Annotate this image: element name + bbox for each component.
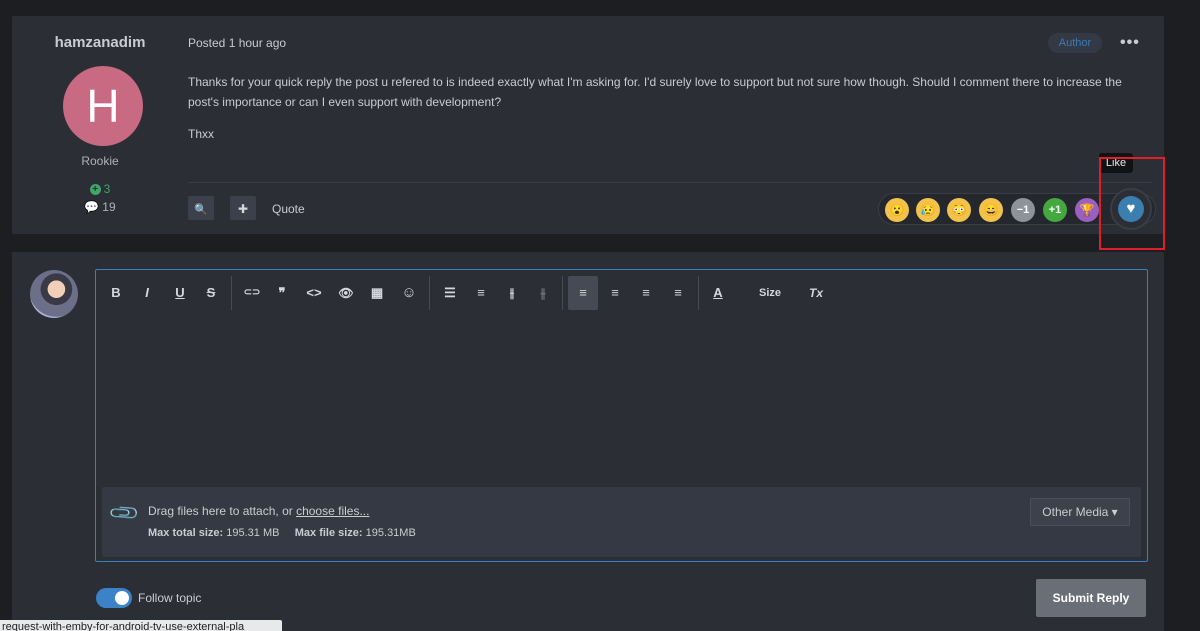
indent-button[interactable]: ⫲	[498, 276, 526, 310]
other-media-dropdown[interactable]: Other Media ▾	[1030, 498, 1130, 526]
reaction-trophy[interactable]: 🏆	[1075, 198, 1099, 222]
attach-limits: Max total size: 195.31 MB Max file size:…	[148, 527, 416, 539]
align-right-button[interactable]: ≡	[632, 276, 660, 310]
paperclip-icon: 📎	[108, 497, 142, 531]
attach-instructions: Drag files here to attach, or choose fil…	[148, 504, 369, 518]
speech-bubble-icon: 💬	[84, 200, 100, 214]
search-button[interactable]: 🔍	[188, 196, 214, 220]
post-paragraph: Thxx	[188, 127, 215, 141]
reputation-value: 3	[103, 182, 111, 196]
heart-icon: ♥	[1118, 196, 1144, 222]
reaction-laugh[interactable]: 😄	[979, 198, 1003, 222]
current-user-avatar[interactable]	[30, 270, 78, 318]
message-count-value: 19	[102, 200, 116, 214]
search-icon: 🔍	[194, 204, 208, 216]
like-button[interactable]: ♥	[1110, 188, 1152, 230]
submit-reply-button[interactable]: Submit Reply	[1036, 579, 1146, 617]
reaction-sad[interactable]: 😥	[916, 198, 940, 222]
max-file-label: Max file size:	[294, 527, 363, 539]
reaction-shocked[interactable]: 😳	[947, 198, 971, 222]
bulleted-list-button[interactable]: ☰	[436, 276, 464, 310]
reputation-icon: +	[89, 183, 101, 195]
quote-button[interactable]: Quote	[272, 202, 305, 216]
plus-icon: ✚	[237, 202, 249, 216]
reputation-count: + 3	[12, 182, 188, 196]
status-bar-url: request-with-emby-for-android-tv-use-ext…	[0, 620, 282, 631]
emoji-button[interactable]: ☺	[395, 276, 423, 310]
numbered-list-button[interactable]: ≡	[467, 276, 495, 310]
align-center-button[interactable]: ≡	[601, 276, 629, 310]
post-card: hamzanadim H Rookie + 3 💬 19 Posted 1 ho…	[12, 16, 1164, 234]
post-timestamp[interactable]: Posted 1 hour ago	[188, 36, 286, 50]
toolbar-separator	[562, 276, 563, 310]
follow-topic-toggle[interactable]	[96, 588, 132, 608]
message-count: 💬 19	[12, 200, 188, 214]
underline-button[interactable]: U	[166, 276, 194, 310]
attach-text: Drag files here to attach, or	[148, 504, 297, 518]
italic-button[interactable]: I	[133, 276, 161, 310]
author-name[interactable]: hamzanadim	[12, 34, 188, 51]
divider	[188, 182, 1152, 183]
reaction-minus-one[interactable]: −1	[1011, 198, 1035, 222]
author-rank: Rookie	[81, 154, 119, 168]
author-badge: Author	[1048, 33, 1102, 53]
choose-files-link[interactable]: choose files...	[296, 504, 369, 518]
reaction-surprised[interactable]: 😮	[885, 198, 909, 222]
align-left-button[interactable]: ≡	[568, 276, 598, 310]
editor-toolbar: B I U S ⊂⊃ ❞ <> 👁 ▦ ☺ ☰ ≡ ⫲ ⫳ ≡ ≡ ≡ ≡ A …	[96, 270, 1147, 314]
font-color-button[interactable]: A	[704, 276, 732, 310]
attachment-area[interactable]: 📎 Drag files here to attach, or choose f…	[102, 487, 1141, 557]
justify-button[interactable]: ≡	[664, 276, 692, 310]
font-size-button[interactable]: Size	[748, 276, 792, 310]
max-file-value: 195.31MB	[365, 527, 416, 539]
author-column: hamzanadim H Rookie + 3 💬 19	[12, 16, 188, 234]
like-tooltip: Like	[1099, 153, 1133, 173]
max-total-value: 195.31 MB	[226, 527, 280, 539]
reply-editor[interactable]: B I U S ⊂⊃ ❞ <> 👁 ▦ ☺ ☰ ≡ ⫲ ⫳ ≡ ≡ ≡ ≡ A …	[95, 269, 1148, 562]
toolbar-separator	[698, 276, 699, 310]
max-total-label: Max total size:	[148, 527, 224, 539]
code-button[interactable]: <>	[300, 276, 328, 310]
follow-topic-label[interactable]: Follow topic	[138, 591, 201, 605]
table-button[interactable]: ▦	[363, 276, 391, 310]
post-paragraph: Thanks for your quick reply the post u r…	[188, 75, 1122, 109]
strikethrough-button[interactable]: S	[197, 276, 225, 310]
avatar[interactable]: H	[63, 66, 143, 146]
multiquote-button[interactable]: ✚	[230, 196, 256, 220]
toggle-knob	[115, 591, 129, 605]
quote-block-button[interactable]: ❞	[268, 276, 296, 310]
bold-button[interactable]: B	[102, 276, 130, 310]
outdent-button[interactable]: ⫳	[529, 276, 557, 310]
more-options-icon[interactable]: •••	[1120, 34, 1140, 52]
toolbar-separator	[429, 276, 430, 310]
reaction-plus-one[interactable]: +1	[1043, 198, 1067, 222]
post-content: Thanks for your quick reply the post u r…	[188, 72, 1152, 156]
link-button[interactable]: ⊂⊃	[238, 276, 266, 310]
spoiler-button[interactable]: 👁	[332, 276, 360, 310]
remove-format-button[interactable]: Tx	[802, 276, 830, 310]
toolbar-separator	[231, 276, 232, 310]
